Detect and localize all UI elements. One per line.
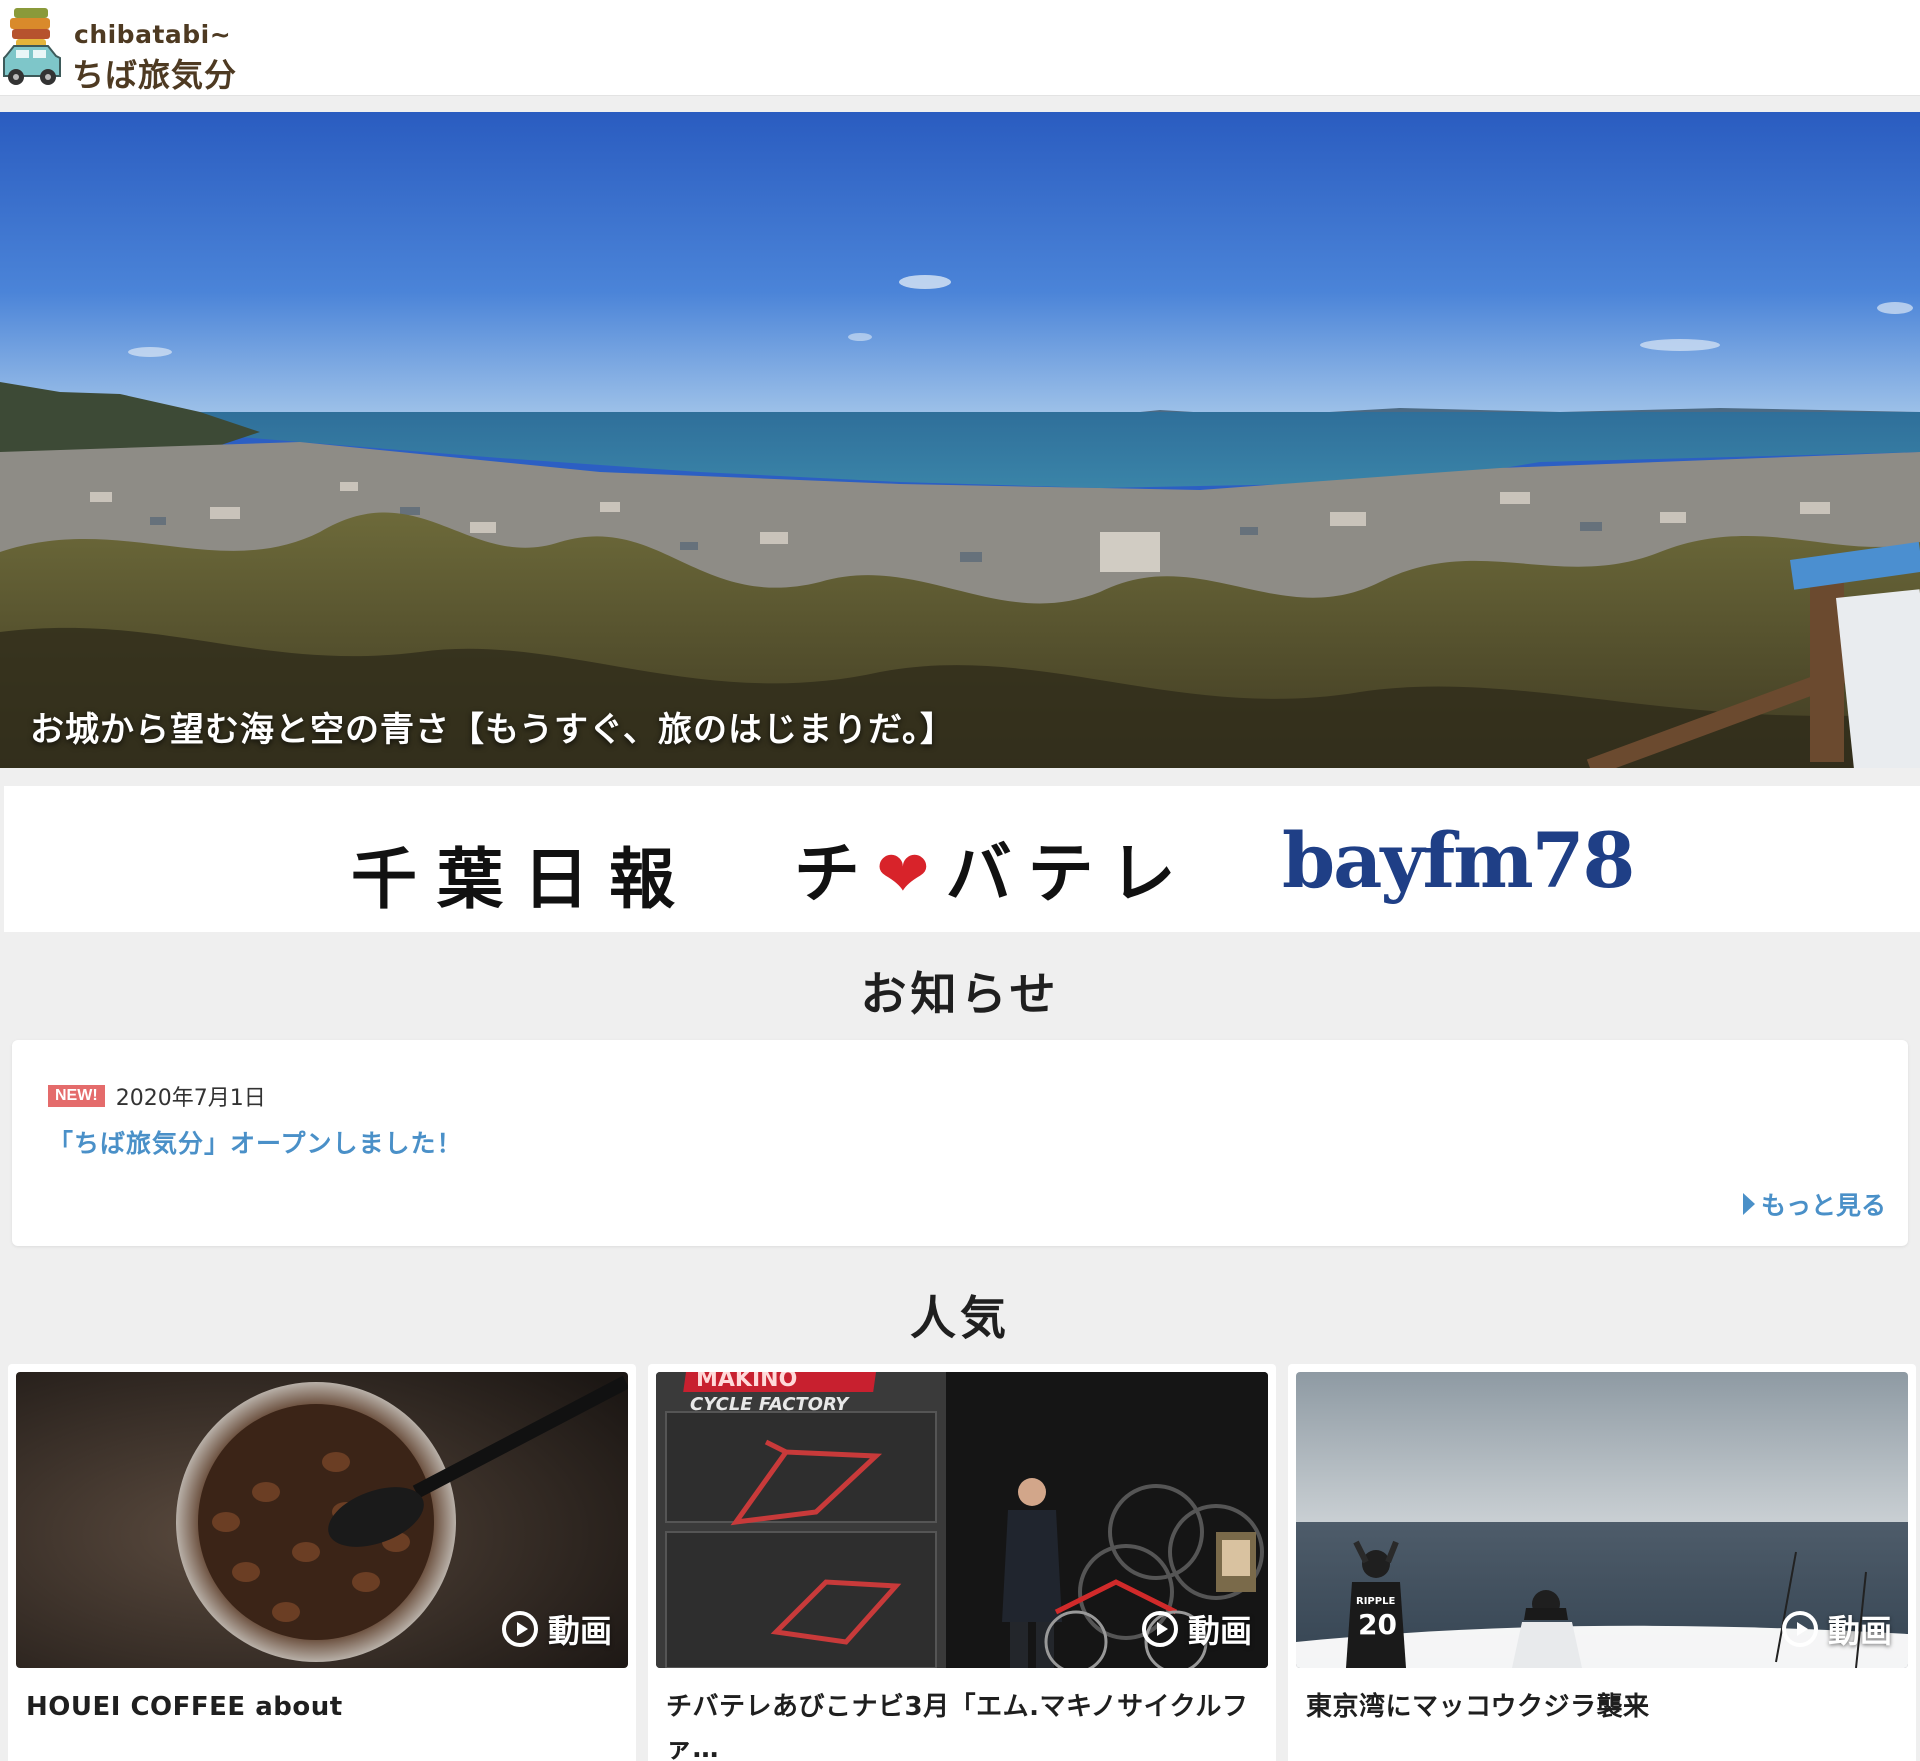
play-icon	[1141, 1611, 1178, 1647]
hero-image	[0, 112, 1920, 768]
triangle-right-icon	[1742, 1193, 1755, 1215]
video-badge-label: 動画	[547, 1612, 612, 1650]
site-header: chibatabi~ ちば旅気分	[0, 0, 1920, 96]
news-box: NEW! 2020年7月1日 「ちば旅気分」オープンしました！ もっと見る	[12, 1040, 1908, 1246]
news-headline-link[interactable]: 「ちば旅気分」オープンしました！	[48, 1124, 1248, 1160]
logo-subtitle: chibatabi~	[74, 20, 232, 49]
heart-icon: ❤	[876, 838, 946, 912]
logo-title: ちば旅気分	[72, 56, 238, 94]
news-item: NEW! 2020年7月1日 「ちば旅気分」オープンしました！	[48, 1080, 1248, 1160]
partner-logos: 千葉日報 チ❤バテレ bayfm78	[4, 786, 1920, 932]
video-badge: 動画	[1141, 1606, 1252, 1652]
hero-caption: お城から望む海と空の青さ【もうすぐ、旅のはじまりだ。】	[30, 710, 955, 750]
video-badge-label: 動画	[1827, 1612, 1892, 1650]
chibatele-text-pre: チ	[794, 835, 876, 912]
hero-banner[interactable]: お城から望む海と空の青さ【もうすぐ、旅のはじまりだ。】	[0, 112, 1920, 768]
video-badge: 動画	[501, 1606, 612, 1652]
car-suitcase-icon	[3, 8, 61, 85]
popular-section-title: 人気	[910, 1291, 1010, 1345]
news-section-title: お知らせ	[860, 967, 1060, 1021]
shirt-number-text: 20	[1358, 1608, 1397, 1641]
play-icon	[1781, 1611, 1818, 1647]
popular-card-1[interactable]: 動画 HOUEI COFFEE about	[8, 1364, 636, 1761]
sign-makino-text: MAKINO	[696, 1372, 797, 1392]
shirt-brand-text: RIPPLE	[1356, 1596, 1395, 1607]
card-thumbnail[interactable]: MAKINO CYCLE FACTORY 動画	[656, 1372, 1268, 1668]
popular-card-3[interactable]: RIPPLE 20 動画 東京湾にマッコウクジラ襲来	[1288, 1364, 1916, 1761]
more-news-link[interactable]: もっと見る	[1742, 1186, 1886, 1222]
new-badge: NEW!	[48, 1085, 105, 1107]
more-link-label: もっと見る	[1760, 1191, 1886, 1220]
sign-cycle-factory-text: CYCLE FACTORY	[690, 1394, 850, 1415]
card-thumbnail[interactable]: RIPPLE 20 動画	[1296, 1372, 1908, 1668]
play-icon	[501, 1611, 538, 1647]
video-badge: 動画	[1781, 1606, 1892, 1652]
news-date: 2020年7月1日	[115, 1086, 266, 1111]
partner-chibatele-logo[interactable]: チ❤バテレ	[794, 820, 1192, 916]
partner-chibanippo-logo[interactable]: 千葉日報	[351, 826, 695, 922]
partner-bayfm-logo[interactable]: bayfm78	[1282, 816, 1635, 905]
popular-card-2[interactable]: MAKINO CYCLE FACTORY 動画 チバテレあびこナビ3月「エム.マ…	[648, 1364, 1276, 1761]
card-title[interactable]: 東京湾にマッコウクジラ襲来	[1306, 1686, 1896, 1728]
card-title[interactable]: チバテレあびこナビ3月「エム.マキノサイクルファ…	[666, 1686, 1256, 1761]
card-title[interactable]: HOUEI COFFEE about	[26, 1686, 616, 1728]
site-logo[interactable]: chibatabi~ ちば旅気分	[0, 6, 260, 94]
chibatele-text-post: バテレ	[945, 835, 1192, 912]
video-badge-label: 動画	[1187, 1612, 1252, 1650]
card-thumbnail[interactable]: 動画	[16, 1372, 628, 1668]
